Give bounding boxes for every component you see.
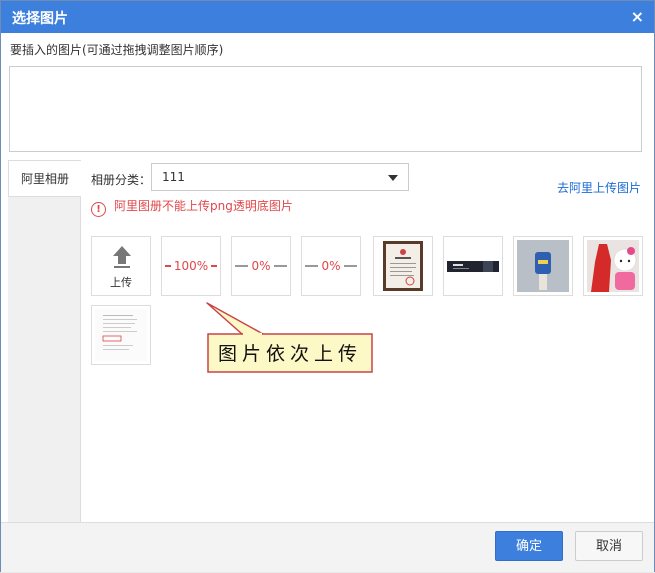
confirm-button[interactable]: 确定 bbox=[495, 531, 563, 561]
progress-line-right bbox=[211, 265, 217, 267]
category-selected-value: 111 bbox=[162, 170, 185, 184]
album-sidebar: 阿里相册 bbox=[8, 160, 81, 522]
upload-tile[interactable]: 上传 bbox=[91, 236, 151, 296]
image-thumbnail[interactable] bbox=[443, 236, 503, 296]
upload-progress-tile: 100% bbox=[161, 236, 221, 296]
upload-arrow-stem bbox=[118, 256, 126, 264]
upload-progress-tile: 0% bbox=[301, 236, 361, 296]
progress-line-left bbox=[305, 265, 319, 267]
product-photo-image bbox=[517, 240, 569, 292]
banner-image bbox=[447, 240, 499, 292]
go-ali-upload-link[interactable]: 去阿里上传图片 bbox=[557, 179, 641, 196]
upload-progress-tile: 0% bbox=[231, 236, 291, 296]
png-warning: ! 阿里图册不能上传png透明底图片 bbox=[91, 197, 293, 217]
selected-images-dropzone[interactable] bbox=[9, 66, 642, 152]
cancel-button[interactable]: 取消 bbox=[575, 531, 643, 561]
upload-arrow-base bbox=[114, 266, 130, 268]
dialog-footer: 确定 取消 bbox=[1, 522, 654, 572]
select-image-dialog: 选择图片 × 要插入的图片(可通过拖拽调整图片顺序) 阿里相册 相册分类： 11… bbox=[0, 0, 655, 572]
upload-label: 上传 bbox=[110, 276, 132, 289]
image-thumbnail[interactable] bbox=[513, 236, 573, 296]
chevron-down-icon bbox=[388, 175, 398, 181]
callout-text: 图片依次上传 bbox=[217, 343, 362, 365]
red-dress-photo-image bbox=[587, 240, 639, 292]
progress-percent: 0% bbox=[321, 259, 341, 273]
document-scan-image bbox=[95, 309, 147, 361]
progress-line-left bbox=[165, 265, 171, 267]
progress-percent: 0% bbox=[251, 259, 271, 273]
certificate-image bbox=[383, 241, 423, 291]
dialog-title: 选择图片 bbox=[12, 11, 68, 27]
progress-line-left bbox=[235, 265, 249, 267]
image-thumbnail[interactable] bbox=[373, 236, 433, 296]
progress-line-right bbox=[273, 265, 288, 267]
category-label: 相册分类： bbox=[91, 173, 152, 187]
tab-ali-album[interactable]: 阿里相册 bbox=[8, 160, 81, 197]
progress-percent: 100% bbox=[173, 259, 209, 273]
warning-text: 阿里图册不能上传png透明底图片 bbox=[114, 199, 293, 213]
category-select[interactable]: 111 bbox=[151, 163, 409, 191]
progress-line-right bbox=[343, 265, 358, 267]
close-icon[interactable]: × bbox=[631, 7, 644, 26]
dialog-titlebar: 选择图片 × bbox=[1, 1, 654, 33]
insert-hint-text: 要插入的图片(可通过拖拽调整图片顺序) bbox=[10, 43, 224, 57]
upload-arrow-icon bbox=[113, 246, 131, 256]
warning-icon: ! bbox=[91, 202, 106, 217]
image-thumbnail[interactable] bbox=[91, 305, 151, 365]
image-thumbnail[interactable] bbox=[583, 236, 643, 296]
